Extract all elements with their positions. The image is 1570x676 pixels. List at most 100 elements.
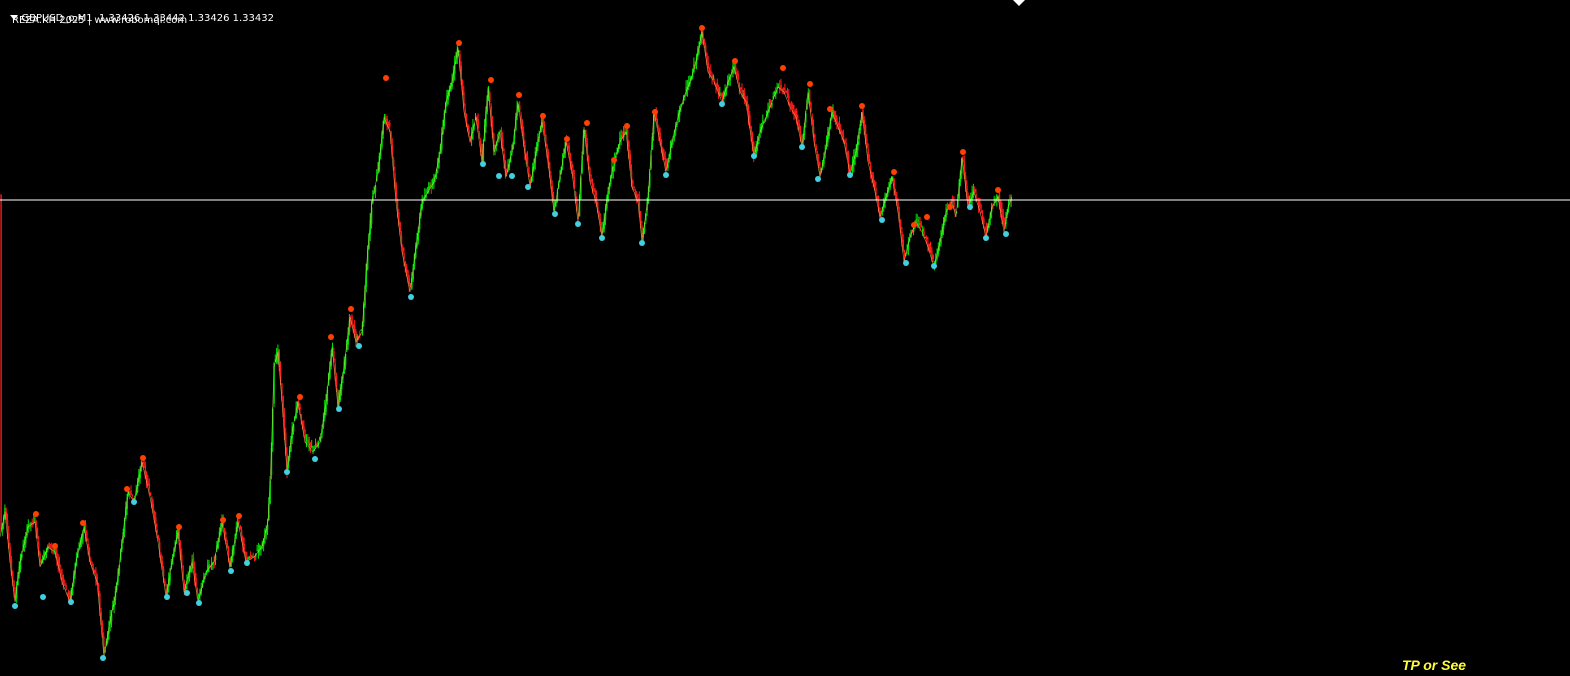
swing-low-dot [815, 176, 821, 182]
swing-high-dot [611, 157, 617, 163]
swing-low-dot [847, 172, 853, 178]
swing-low-dot [799, 144, 805, 150]
candle-body [303, 426, 305, 433]
swing-low-dot [525, 184, 531, 190]
candle-body [920, 225, 923, 227]
candle-body [894, 189, 897, 193]
candle-body [64, 584, 66, 586]
swing-high-dot [176, 524, 182, 530]
candle-body [815, 145, 817, 151]
candle-body [980, 210, 982, 213]
credit-label: REZA.KH 2025 | www.robomql.com [12, 15, 188, 26]
candle-body [789, 103, 791, 106]
swing-low-dot [599, 235, 605, 241]
candle-body [239, 525, 241, 529]
candle-body [308, 443, 310, 446]
candle-body [740, 87, 742, 90]
candle-body [477, 119, 479, 129]
swing-low-dot [284, 469, 290, 475]
candle-body [251, 556, 253, 558]
swing-high-dot [960, 149, 966, 155]
candle-body [402, 246, 404, 252]
candle-body [932, 254, 934, 260]
swing-low-dot [903, 260, 909, 266]
swing-high-dot [220, 517, 226, 523]
swing-low-dot [164, 594, 170, 600]
candle-body [49, 543, 52, 546]
candle-body [543, 124, 546, 135]
swing-high-dot [859, 103, 865, 109]
candle-body [542, 118, 544, 125]
candle-body [844, 140, 846, 143]
candle-body [818, 160, 820, 167]
swing-low-dot [931, 263, 937, 269]
price-chart[interactable] [0, 0, 1570, 676]
candle-body [58, 563, 61, 567]
swing-high-dot [383, 75, 389, 81]
swing-low-dot [983, 235, 989, 241]
candle-body [61, 574, 63, 580]
candle-body [312, 447, 314, 449]
candle-body [916, 219, 919, 223]
candle-body [226, 542, 228, 548]
candle-body [94, 570, 96, 573]
candle-body [316, 443, 318, 445]
candle-body [703, 39, 706, 44]
indicator-line [0, 31, 1013, 658]
candle-body [877, 202, 880, 207]
swing-low-dot [408, 294, 414, 300]
candle-body [915, 219, 917, 222]
candle-body [742, 94, 745, 96]
swing-low-dot [12, 603, 18, 609]
swing-high-dot [780, 65, 786, 71]
candle-body [256, 549, 258, 551]
candle-body [143, 462, 145, 467]
candle-body [924, 237, 927, 239]
candle-body [571, 161, 573, 168]
candle-body [299, 406, 301, 410]
candle-body [149, 492, 152, 495]
candle-body [734, 64, 737, 69]
candle-body [403, 253, 405, 260]
candle-body [792, 104, 794, 110]
candle-body [307, 439, 309, 443]
tp-or-see-label: TP or See [1402, 657, 1467, 673]
candle-body [841, 131, 843, 136]
swing-low-dot [244, 560, 250, 566]
chart-area[interactable] [0, 0, 1570, 676]
candle-body [315, 444, 317, 447]
candle-body [783, 87, 785, 90]
candle-body [304, 434, 306, 439]
candle-body [238, 520, 240, 523]
candle-body [919, 222, 921, 226]
swing-high-dot [947, 204, 953, 210]
candle-body [91, 562, 93, 567]
candle-body [53, 549, 56, 551]
swing-high-dot [456, 40, 462, 46]
swing-high-dot [80, 520, 86, 526]
candle-body [247, 557, 249, 560]
swing-high-dot [52, 543, 58, 549]
candle-body [922, 228, 924, 232]
candle-body [633, 187, 635, 188]
candle-body [979, 202, 981, 208]
swing-high-dot [33, 511, 39, 517]
swing-high-dot [584, 120, 590, 126]
candle-body [0, 194, 2, 531]
swing-high-dot [911, 222, 917, 228]
candle-body [716, 83, 719, 87]
candle-body [810, 102, 812, 112]
candle-body [389, 123, 391, 127]
candle-body [429, 184, 431, 187]
candle-body [86, 532, 88, 541]
swing-high-dot [540, 113, 546, 119]
chart-shift-marker-icon[interactable] [1013, 0, 1025, 6]
candle-body [984, 227, 986, 231]
swing-low-dot [967, 204, 973, 210]
candle-body [68, 591, 70, 598]
swing-low-dot [663, 172, 669, 178]
candle-body [147, 480, 149, 486]
candle-body [712, 76, 715, 79]
swing-low-dot [879, 217, 885, 223]
candle-body [620, 135, 622, 139]
